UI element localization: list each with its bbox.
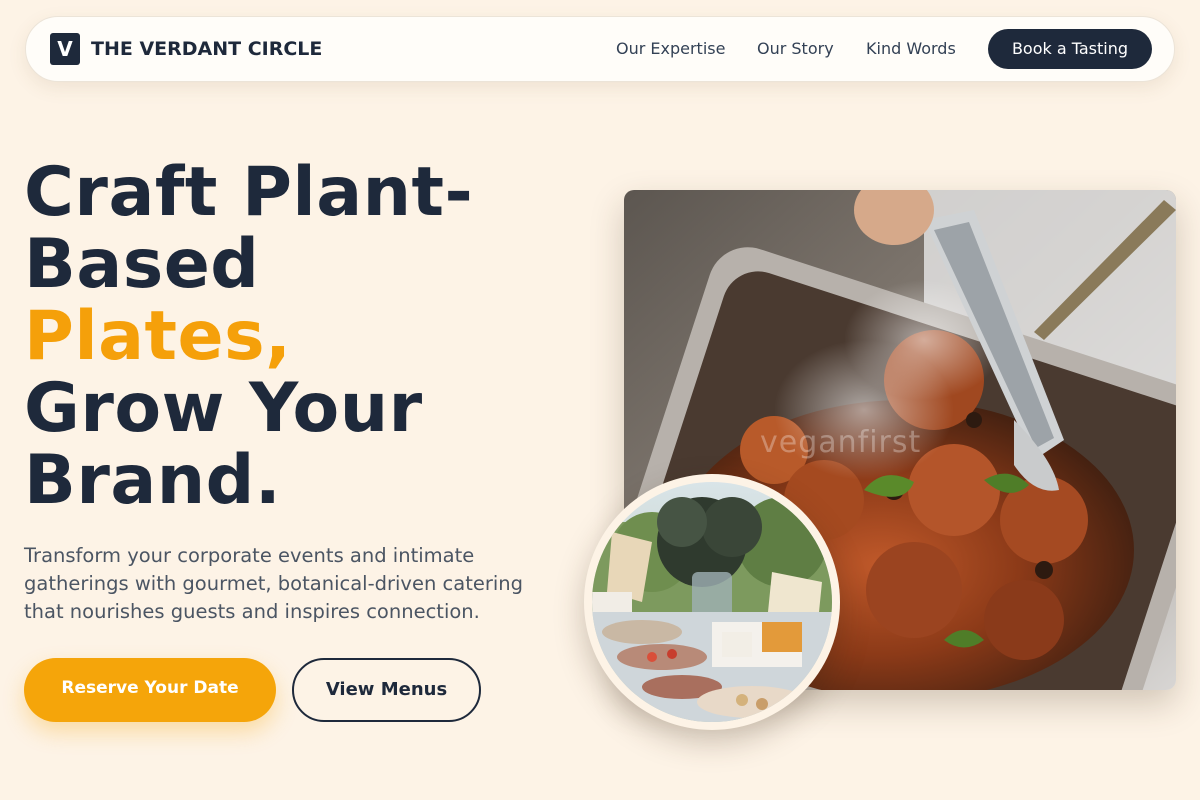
book-tasting-button[interactable]: Book a Tasting	[988, 29, 1152, 69]
nav-link-our-story[interactable]: Our Story	[757, 39, 834, 59]
logo-icon[interactable]: V	[50, 33, 80, 65]
nav-link-kind-words[interactable]: Kind Words	[866, 39, 956, 59]
hero-headline: Craft Plant- Based Plates, Grow Your Bra…	[24, 157, 584, 517]
buffet-photo	[592, 482, 832, 722]
brand-name[interactable]: THE VERDANT CIRCLE	[91, 37, 322, 61]
navbar: V THE VERDANT CIRCLE Our Expertise Our S…	[25, 16, 1175, 82]
headline-line-1: Craft Plant-	[24, 153, 474, 232]
nav-link-our-expertise[interactable]: Our Expertise	[616, 39, 725, 59]
headline-line-4: Grow Your	[24, 369, 423, 448]
view-menus-button[interactable]: View Menus	[292, 658, 481, 722]
headline-line-2: Based	[24, 225, 260, 304]
headline-accent: Plates,	[24, 297, 292, 376]
image-watermark: veganfirst	[760, 425, 922, 460]
headline-line-5: Brand.	[24, 441, 282, 520]
reserve-date-button[interactable]: Reserve Your Date	[24, 658, 276, 722]
hero-subtext: Transform your corporate events and inti…	[24, 544, 524, 623]
buffet-circle-image	[584, 474, 840, 730]
